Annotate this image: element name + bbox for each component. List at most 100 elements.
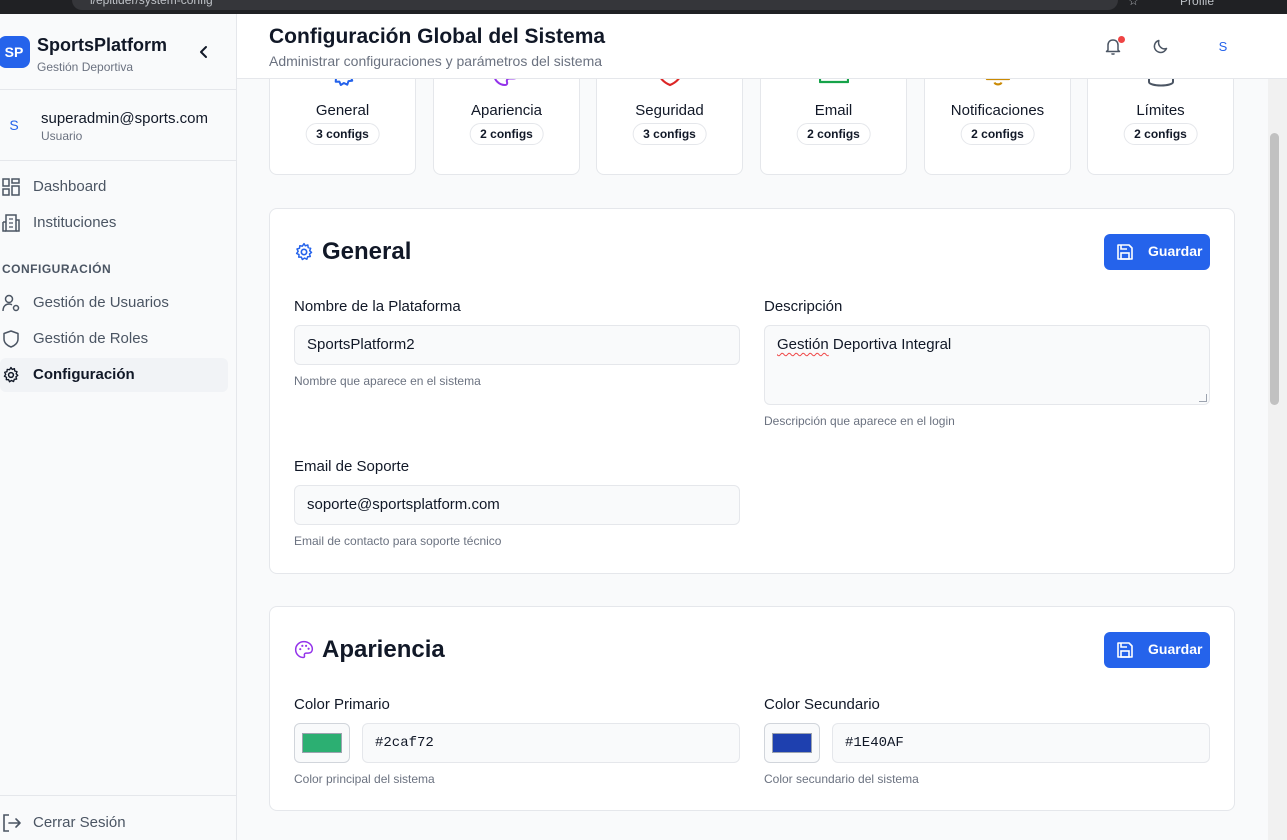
gear-icon bbox=[334, 79, 354, 86]
bell-icon bbox=[985, 79, 1011, 86]
sidebar-item-instituciones[interactable]: Instituciones bbox=[0, 206, 228, 240]
brand-subtitle: Gestión Deportiva bbox=[37, 60, 134, 74]
avatar[interactable]: S bbox=[1212, 36, 1234, 58]
user-email: superadmin@sports.com bbox=[41, 110, 208, 127]
sidebar: SP SportsPlatform Gestión Deportiva S su… bbox=[0, 14, 237, 840]
main-content: General 3 configs Apariencia 2 configs S… bbox=[237, 79, 1268, 840]
page-header: Configuración Global del Sistema Adminis… bbox=[237, 14, 1287, 79]
save-button-label: Guardar bbox=[1148, 641, 1203, 657]
category-label: General bbox=[315, 102, 370, 119]
avatar: S bbox=[9, 117, 19, 133]
category-card-limites[interactable]: Límites 2 configs bbox=[1087, 79, 1234, 175]
support-email-label: Email de Soporte bbox=[294, 458, 410, 475]
primary-color-input[interactable]: #2caf72 bbox=[362, 723, 740, 763]
theme-toggle-button[interactable] bbox=[1151, 36, 1173, 58]
logout-button[interactable]: Cerrar Sesión bbox=[0, 795, 236, 840]
shield-icon bbox=[660, 79, 680, 87]
brand-header: SP SportsPlatform Gestión Deportiva bbox=[0, 14, 236, 90]
moon-icon bbox=[1153, 39, 1168, 54]
save-icon bbox=[1117, 642, 1133, 658]
support-email-help: Email de contacto para soporte técnico bbox=[294, 534, 502, 548]
user-info: S superadmin@sports.com Usuario bbox=[0, 91, 236, 161]
resize-handle[interactable] bbox=[1199, 394, 1207, 402]
general-settings-panel: General Guardar Nombre de la Plataforma … bbox=[269, 208, 1235, 574]
sidebar-item-label: Gestión de Usuarios bbox=[33, 294, 169, 311]
sidebar-item-dashboard[interactable]: Dashboard bbox=[0, 170, 228, 204]
category-label: Notificaciones bbox=[950, 102, 1045, 119]
spellcheck-word: Gestión bbox=[777, 336, 829, 353]
save-button[interactable]: Guardar bbox=[1104, 632, 1210, 668]
section-title: General bbox=[322, 238, 412, 265]
save-button-label: Guardar bbox=[1148, 243, 1203, 259]
user-gear-icon bbox=[2, 294, 20, 312]
user-role: Usuario bbox=[41, 129, 83, 143]
category-count-badge: 2 configs bbox=[960, 123, 1035, 145]
database-icon bbox=[1148, 79, 1174, 87]
category-count-badge: 2 configs bbox=[796, 123, 871, 145]
description-text: Deportiva Integral bbox=[828, 336, 952, 353]
address-bar[interactable]: l/epitider/system-config bbox=[72, 0, 1118, 10]
category-label: Límites bbox=[1136, 102, 1185, 119]
mail-icon bbox=[819, 79, 849, 84]
palette-icon bbox=[494, 79, 517, 87]
category-count-badge: 2 configs bbox=[1123, 123, 1198, 145]
category-label: Email bbox=[814, 102, 853, 119]
category-card-email[interactable]: Email 2 configs bbox=[760, 79, 907, 175]
sidebar-item-label: Dashboard bbox=[33, 178, 107, 195]
primary-color-swatch bbox=[302, 733, 342, 753]
sidebar-item-label: Configuración bbox=[33, 366, 135, 383]
appearance-settings-panel: Apariencia Guardar Color Primario #2caf7… bbox=[269, 606, 1235, 811]
platform-name-help: Nombre que aparece en el sistema bbox=[294, 374, 481, 388]
primary-color-help: Color principal del sistema bbox=[294, 772, 435, 786]
bookmark-icon[interactable]: ☆ bbox=[1128, 0, 1139, 8]
page-subtitle: Administrar configuraciones y parámetros… bbox=[269, 53, 603, 69]
sidebar-item-usuarios[interactable]: Gestión de Usuarios bbox=[0, 286, 228, 320]
secondary-color-picker[interactable] bbox=[764, 723, 820, 763]
category-card-notificaciones[interactable]: Notificaciones 2 configs bbox=[924, 79, 1071, 175]
nav-section-label: CONFIGURACIÓN bbox=[2, 262, 112, 276]
secondary-color-label: Color Secundario bbox=[764, 696, 880, 713]
logout-label: Cerrar Sesión bbox=[33, 814, 126, 831]
collapse-sidebar-button[interactable] bbox=[194, 42, 214, 62]
building-icon bbox=[2, 214, 20, 232]
scrollbar-thumb[interactable] bbox=[1270, 133, 1279, 405]
palette-icon bbox=[294, 640, 314, 659]
category-count-badge: 2 configs bbox=[469, 123, 544, 145]
sidebar-item-label: Instituciones bbox=[33, 214, 117, 231]
section-title: Apariencia bbox=[322, 636, 445, 663]
platform-name-input[interactable]: SportsPlatform2 bbox=[294, 325, 740, 365]
category-card-general[interactable]: General 3 configs bbox=[269, 79, 416, 175]
save-icon bbox=[1117, 244, 1133, 260]
sidebar-item-label: Gestión de Roles bbox=[33, 330, 149, 347]
category-count-badge: 3 configs bbox=[632, 123, 707, 145]
category-label: Apariencia bbox=[471, 102, 542, 119]
support-email-input[interactable]: soporte@sportsplatform.com bbox=[294, 485, 740, 525]
scrollbar[interactable] bbox=[1268, 79, 1287, 840]
description-textarea[interactable]: Gestión Deportiva Integral bbox=[764, 325, 1210, 405]
notification-dot bbox=[1118, 36, 1125, 43]
profile-label[interactable]: Profile bbox=[1180, 0, 1214, 8]
shield-icon bbox=[3, 330, 19, 348]
gear-icon bbox=[3, 366, 19, 383]
logout-icon bbox=[3, 814, 21, 832]
gear-icon bbox=[295, 242, 313, 261]
secondary-color-help: Color secundario del sistema bbox=[764, 772, 919, 786]
category-card-seguridad[interactable]: Seguridad 3 configs bbox=[596, 79, 743, 175]
notifications-button[interactable] bbox=[1103, 36, 1125, 58]
brand-name: SportsPlatform bbox=[37, 35, 168, 55]
save-button[interactable]: Guardar bbox=[1104, 234, 1210, 270]
category-count-badge: 3 configs bbox=[305, 123, 380, 145]
platform-name-label: Nombre de la Plataforma bbox=[294, 298, 461, 315]
brand-logo: SP bbox=[0, 36, 30, 68]
primary-color-picker[interactable] bbox=[294, 723, 350, 763]
sidebar-item-configuracion[interactable]: Configuración bbox=[0, 358, 228, 392]
description-label: Descripción bbox=[764, 298, 843, 315]
category-label: Seguridad bbox=[635, 102, 704, 119]
sidebar-item-roles[interactable]: Gestión de Roles bbox=[0, 322, 228, 356]
page-title: Configuración Global del Sistema bbox=[269, 25, 606, 48]
primary-color-label: Color Primario bbox=[294, 696, 390, 713]
browser-chrome: l/epitider/system-config ☆ Profile bbox=[0, 0, 1287, 14]
category-card-apariencia[interactable]: Apariencia 2 configs bbox=[433, 79, 580, 175]
description-help: Descripción que aparece en el login bbox=[764, 414, 955, 428]
secondary-color-input[interactable]: #1E40AF bbox=[832, 723, 1210, 763]
